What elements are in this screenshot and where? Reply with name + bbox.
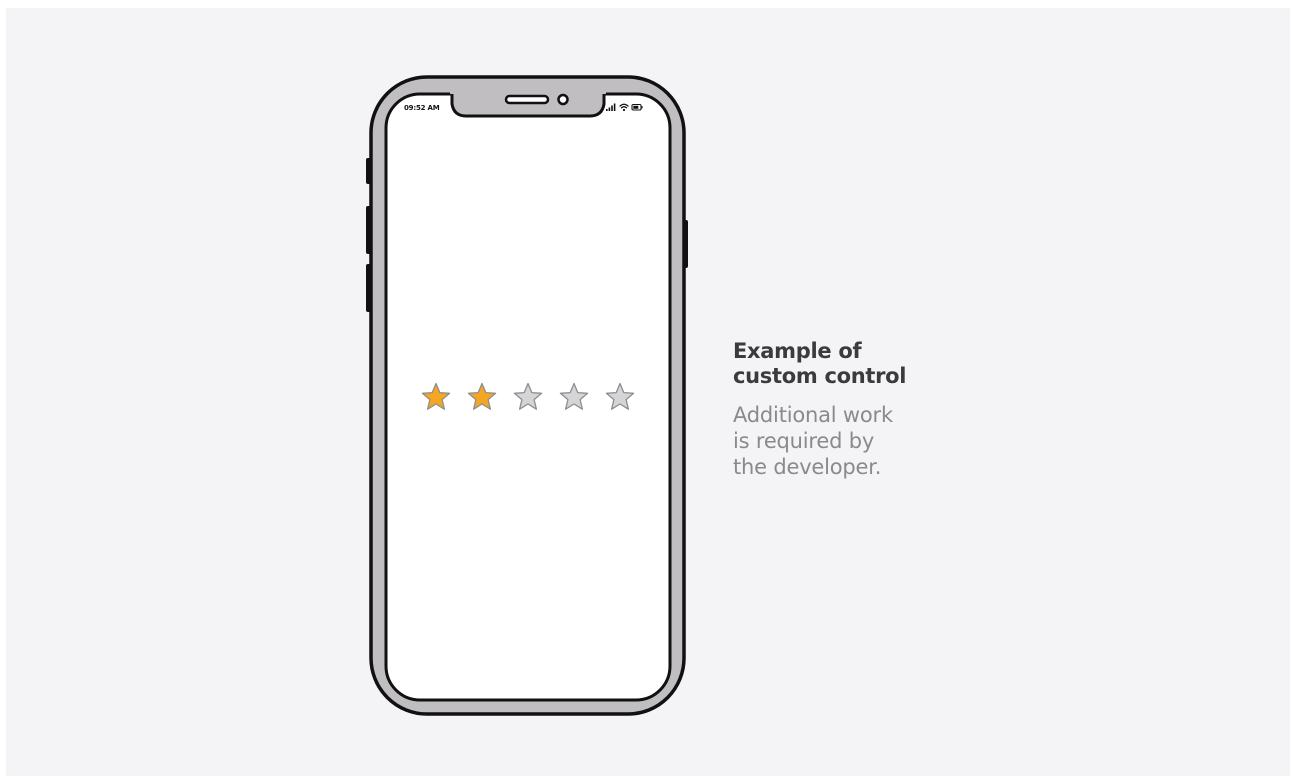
signal-icon — [606, 103, 616, 111]
caption-body-line-1: Additional work — [733, 403, 893, 427]
phone-mockup: 09:52 AM — [364, 74, 690, 718]
caption-block: Example of custom control Additional wor… — [733, 339, 973, 480]
star-icon-3[interactable] — [512, 381, 544, 413]
wifi-icon — [619, 103, 629, 112]
caption-title-line-2: custom control — [733, 364, 907, 388]
caption-title: Example of custom control — [733, 339, 973, 389]
star-rating-control[interactable] — [420, 380, 640, 414]
notch-cover — [450, 88, 606, 94]
status-bar-time: 09:52 AM — [404, 104, 440, 112]
battery-icon — [631, 103, 643, 111]
caption-body-line-3: the developer. — [733, 455, 882, 479]
star-icon-1[interactable] — [420, 381, 452, 413]
front-camera — [557, 93, 569, 106]
star-icon-2[interactable] — [466, 381, 498, 413]
speaker-grille — [504, 94, 550, 105]
status-bar-icons — [606, 103, 643, 112]
star-icon-5[interactable] — [604, 381, 636, 413]
caption-body: Additional work is required by the devel… — [733, 402, 973, 480]
caption-title-line-1: Example of — [733, 339, 862, 363]
star-icon-4[interactable] — [558, 381, 590, 413]
caption-body-line-2: is required by — [733, 429, 875, 453]
